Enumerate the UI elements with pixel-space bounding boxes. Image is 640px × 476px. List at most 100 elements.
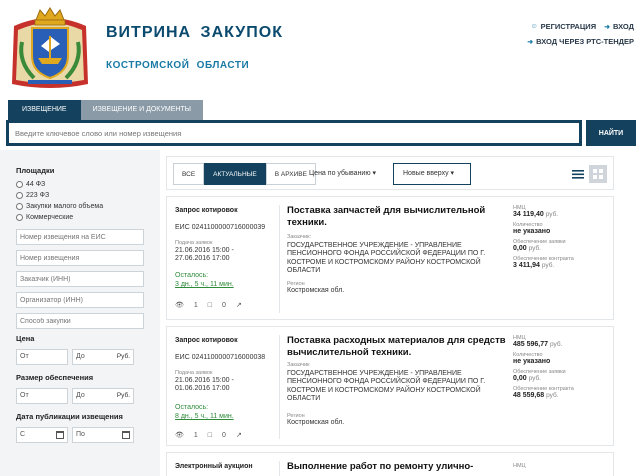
search-button[interactable]: НАЙТИ (586, 120, 636, 146)
views-icon: 👁 (175, 302, 184, 309)
app-security-value: 0,00 (513, 375, 527, 382)
filters-sidebar: Площадки 44 ФЗ 223 ФЗ Закупки малого объ… (0, 150, 160, 476)
customer-block: Заказчик: ГОСУДАРСТВЕННОЕ УЧРЕЖДЕНИЕ - У… (287, 233, 507, 276)
date-to-input[interactable]: По (72, 427, 134, 443)
price-block: НМЦ 34 119,40 руб. Количество не указано… (513, 205, 613, 273)
tab-notice-and-docs[interactable]: ИЗВЕЩЕНИЕ И ДОКУМЕНТЫ (80, 100, 203, 120)
comments-icon: □ (207, 301, 213, 309)
auth-links: ☺ РЕГИСТРАЦИЯ ➜ ВХОД ➜ ВХОД ЧЕРЕЗ РТС-ТЕНДЕ… (527, 22, 634, 52)
login-icon: ➜ (604, 23, 610, 31)
time-remaining: Осталось: 3 дн., 5 ч., 11 мин. (175, 272, 234, 288)
share-icon[interactable]: ↗ (236, 431, 242, 439)
comments-count: 0 (222, 301, 226, 309)
user-plus-icon: ☺ (530, 23, 538, 30)
radio-223fz[interactable]: 223 ФЗ (16, 192, 144, 199)
search-input[interactable] (6, 120, 582, 146)
share-icon[interactable]: ↗ (236, 301, 242, 309)
views-icon: 👁 (175, 432, 184, 439)
card-title[interactable]: Поставка расходных материалов для средст… (287, 335, 507, 359)
submission-dates: Подача заявок 21.06.2016 15:00 - 01.06.2… (175, 370, 234, 392)
radio-small-volume[interactable]: Закупки малого объема (16, 203, 144, 210)
contract-security-value: 3 411,94 (513, 262, 540, 269)
pub-date-range: С По (16, 427, 144, 443)
views-count: 1 (193, 301, 198, 309)
region-block: Регион Костромская обл. (287, 413, 345, 426)
price-block: НМЦ (513, 463, 526, 469)
status-tab-all[interactable]: ВСЕ (173, 163, 205, 185)
procurement-card[interactable]: Электронный аукцион Выполнение работ по … (166, 452, 614, 476)
search-bar: НАЙТИ (6, 120, 636, 146)
radio-commercial[interactable]: Коммерческие (16, 214, 144, 221)
grid-view-icon[interactable] (589, 165, 607, 183)
customer-inn-input[interactable] (16, 271, 144, 287)
card-divider (279, 205, 280, 313)
customer-name[interactable]: ГОСУДАРСТВЕННОЕ УЧРЕЖДЕНИЕ - УПРАВЛЕНИЕ … (287, 242, 507, 276)
views-count: 1 (193, 431, 198, 439)
sort-price-dropdown[interactable]: Цена по убыванию ▾ (309, 169, 376, 177)
card-title[interactable]: Выполнение работ по ремонту улично- (287, 461, 507, 473)
submission-dates: Подача заявок 21.06.2016 15:00 - 27.06.2… (175, 240, 234, 262)
procurement-card[interactable]: Запрос котировок ЕИС 0241100000716000039… (166, 196, 614, 320)
nmc-value: 34 119,40 (513, 211, 544, 218)
notice-number-input[interactable] (16, 250, 144, 266)
contract-security-value: 48 559,68 (513, 392, 545, 399)
radio-circle (16, 181, 23, 188)
list-view-icon[interactable] (569, 165, 587, 183)
radio-circle (16, 192, 23, 199)
site-subtitle: КОСТРОМСКОЙ ОБЛАСТИ (106, 60, 250, 71)
results-area: ВСЕ АКТУАЛЬНЫЕ В АРХИВЕ Цена по убыванию… (166, 156, 614, 476)
results-toolbar: ВСЕ АКТУАЛЬНЫЕ В АРХИВЕ Цена по убыванию… (166, 156, 614, 190)
radio-circle (16, 203, 23, 210)
card-stats: 👁 1 □ 0 ↗ (175, 301, 242, 310)
card-title[interactable]: Поставка запчастей для вычислительной те… (287, 205, 507, 229)
sort-date-dropdown[interactable]: Новые вверху ▾ (393, 163, 471, 185)
price-to-input[interactable]: До Руб. (72, 349, 134, 365)
comments-count: 0 (222, 431, 226, 439)
price-from-input[interactable]: От (16, 349, 68, 365)
calendar-icon[interactable] (122, 431, 130, 439)
procurement-method-input[interactable] (16, 313, 144, 329)
comments-icon: □ (207, 431, 213, 439)
eis-number-input[interactable] (16, 229, 144, 245)
procurement-type: Запрос котировок (175, 337, 238, 344)
login-icon: ➜ (527, 38, 534, 46)
price-range: От До Руб. (16, 349, 144, 365)
login-rts-link[interactable]: ➜ ВХОД ЧЕРЕЗ РТС-ТЕНДЕР (527, 37, 634, 46)
tab-notice[interactable]: ИЗВЕЩЕНИЕ (8, 100, 81, 120)
date-from-input[interactable]: С (16, 427, 68, 443)
eis-number: ЕИС 0241100000716000038 (175, 354, 266, 361)
status-tabs: ВСЕ АКТУАЛЬНЫЕ В АРХИВЕ (173, 163, 316, 185)
search-tabs: ИЗВЕЩЕНИЕ ИЗВЕЩЕНИЕ И ДОКУМЕНТЫ (8, 100, 203, 120)
site-title: ВИТРИНА ЗАКУПОК (106, 24, 283, 41)
radio-circle (16, 214, 23, 221)
nmc-value: 485 596,77 (513, 341, 549, 348)
security-to-input[interactable]: До Руб. (72, 388, 134, 404)
procurement-type: Электронный аукцион (175, 463, 253, 470)
quantity-value: не указано (513, 358, 551, 365)
security-from-input[interactable]: От (16, 388, 68, 404)
app-security-value: 0,00 (513, 245, 527, 252)
register-link[interactable]: ☺ РЕГИСТРАЦИЯ (530, 22, 596, 31)
organizer-inn-input[interactable] (16, 292, 144, 308)
procurement-card[interactable]: Запрос котировок ЕИС 0241100000716000038… (166, 326, 614, 446)
login-link[interactable]: ➜ ВХОД (604, 22, 634, 31)
coat-of-arms-logo[interactable] (8, 6, 92, 90)
price-title: Цена (16, 334, 35, 343)
card-divider (279, 335, 280, 439)
header: ВИТРИНА ЗАКУПОК КОСТРОМСКОЙ ОБЛАСТИ ☺ РЕГ… (0, 0, 640, 96)
customer-name[interactable]: ГОСУДАРСТВЕННОЕ УЧРЕЖДЕНИЕ - УПРАВЛЕНИЕ … (287, 370, 507, 404)
price-block: НМЦ 485 596,77 руб. Количество не указан… (513, 335, 613, 403)
customer-block: Заказчик ГОСУДАРСТВЕННОЕ УЧРЕЖДЕНИЕ - УП… (287, 361, 507, 404)
calendar-icon[interactable] (56, 431, 64, 439)
region-block: Регион Костромская обл. (287, 281, 345, 294)
platforms-title: Площадки (16, 166, 55, 175)
status-tab-actual[interactable]: АКТУАЛЬНЫЕ (204, 163, 266, 185)
card-stats: 👁 1 □ 0 ↗ (175, 431, 242, 440)
card-divider (279, 461, 280, 476)
quantity-value: не указано (513, 228, 551, 235)
procurement-type: Запрос котировок (175, 207, 238, 214)
radio-44fz[interactable]: 44 ФЗ (16, 181, 144, 188)
eis-number: ЕИС 0241100000716000039 (175, 224, 266, 231)
time-remaining: Осталось: 8 дн., 5 ч., 11 мин. (175, 404, 234, 420)
security-title: Размер обеспечения (16, 373, 94, 382)
